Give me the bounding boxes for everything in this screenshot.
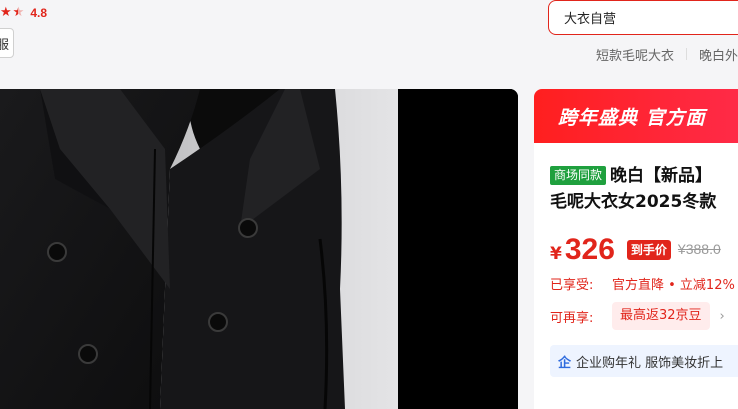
hot-word-link[interactable]: 短款毛呢大衣 <box>596 45 674 64</box>
enterprise-icon: 企 <box>558 355 572 371</box>
product-title: 商场同款 晚白【新品】 毛呢大衣女2025冬款 <box>550 163 738 215</box>
more-label: 可再享: <box>550 310 594 326</box>
star-icon: ★ <box>0 5 12 20</box>
half-star-icon: ★ <box>13 5 25 21</box>
divider <box>686 48 688 60</box>
enterprise-purchase-bar[interactable]: 企 企业购年礼 服饰美妆折上 <box>550 345 738 377</box>
rating-score: 4.8 <box>30 6 47 20</box>
original-price: ¥388.0 <box>677 241 721 257</box>
price-row: ¥ 326 到手价 ¥388.0 <box>550 233 721 267</box>
search-input[interactable]: 大衣自营 <box>564 8 616 27</box>
enterprise-text: 企业购年礼 服饰美妆折上 <box>576 355 724 371</box>
title-line-2: 毛呢大衣女2025冬款 <box>550 192 717 212</box>
jingdou-coupon[interactable]: 最高返32京豆 <box>612 302 710 330</box>
final-price: 326 <box>564 233 615 266</box>
coat-photo <box>0 89 518 409</box>
rating: ★ ★ 4.8 <box>0 5 47 21</box>
enjoyed-promo-row: 已享受: 官方直降 • 立减12% <box>550 274 735 293</box>
more-promo-row: 可再享: 最高返32京豆 › <box>550 302 725 330</box>
hot-word-link[interactable]: 晚白外 <box>699 45 738 64</box>
enjoyed-value[interactable]: 官方直降 • 立减12% <box>612 274 735 293</box>
banner-text: 跨年盛典 官方面 <box>558 106 706 129</box>
hot-words: 短款毛呢大衣 晚白外 <box>596 45 738 64</box>
promo-banner[interactable]: 跨年盛典 官方面 <box>534 89 738 143</box>
product-image[interactable] <box>0 89 518 409</box>
search-box[interactable]: 大衣自营 <box>548 0 738 35</box>
final-price-tag: 到手价 <box>626 240 671 260</box>
currency-symbol: ¥ <box>550 244 562 264</box>
mall-badge: 商场同款 <box>550 166 607 185</box>
size-option[interactable]: 服 <box>0 28 14 58</box>
title-line-1: 晚白【新品】 <box>610 166 713 186</box>
product-info-panel: 跨年盛典 官方面 商场同款 晚白【新品】 毛呢大衣女2025冬款 ¥ 326 到手… <box>534 89 738 409</box>
product-page: ★ ★ 4.8 服 大衣自营 短款毛呢大衣 晚白外 <box>0 0 738 409</box>
chevron-right-icon[interactable]: › <box>720 309 725 324</box>
enjoyed-label: 已享受: <box>550 278 594 293</box>
